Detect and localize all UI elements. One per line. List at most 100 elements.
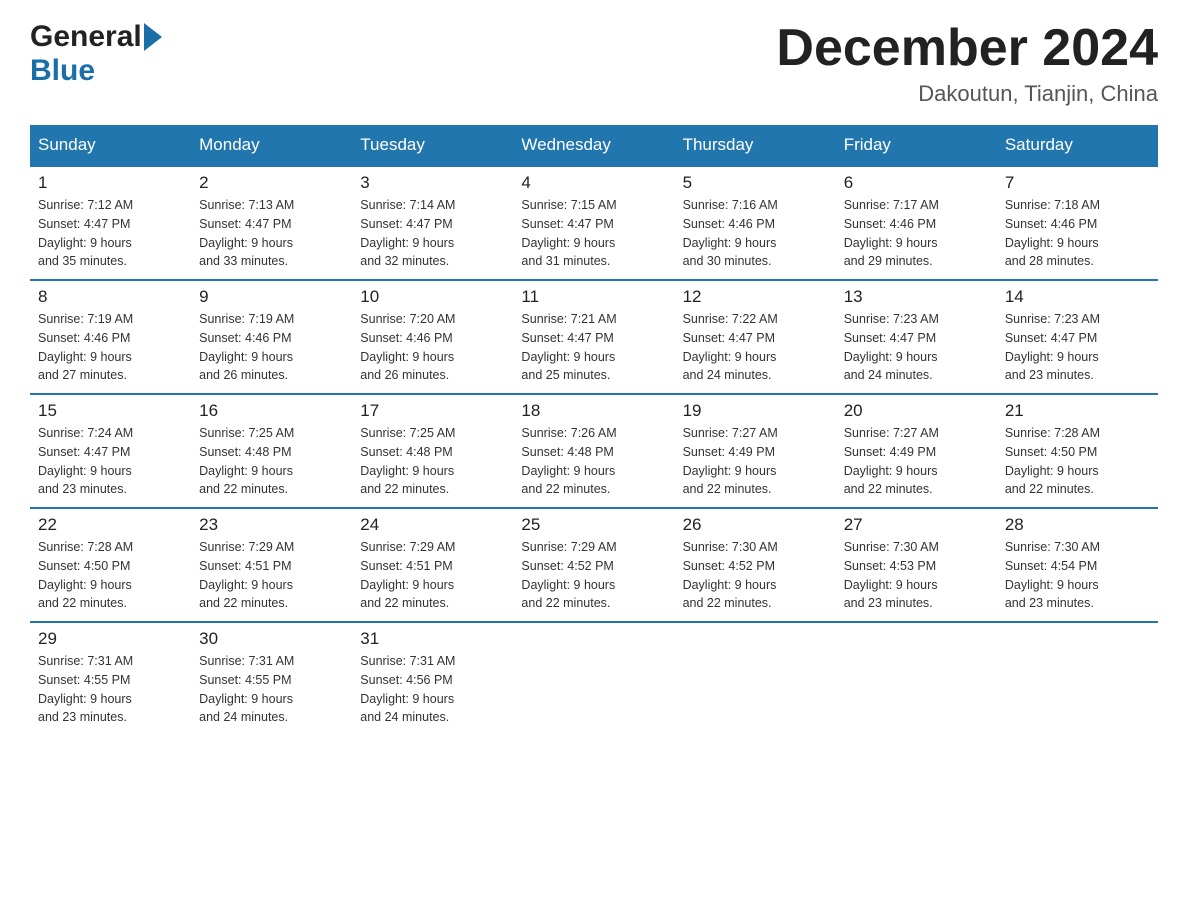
day-number: 14 — [1005, 287, 1150, 307]
day-number: 20 — [844, 401, 989, 421]
logo: General Blue — [30, 20, 162, 88]
calendar-week-row: 22 Sunrise: 7:28 AM Sunset: 4:50 PM Dayl… — [30, 508, 1158, 622]
day-info: Sunrise: 7:26 AM Sunset: 4:48 PM Dayligh… — [521, 424, 666, 499]
day-number: 22 — [38, 515, 183, 535]
day-info: Sunrise: 7:14 AM Sunset: 4:47 PM Dayligh… — [360, 196, 505, 271]
day-info: Sunrise: 7:15 AM Sunset: 4:47 PM Dayligh… — [521, 196, 666, 271]
day-number: 2 — [199, 173, 344, 193]
calendar-day-cell: 23 Sunrise: 7:29 AM Sunset: 4:51 PM Dayl… — [191, 508, 352, 622]
day-number: 10 — [360, 287, 505, 307]
logo-arrow-icon — [144, 23, 162, 51]
calendar-day-cell: 1 Sunrise: 7:12 AM Sunset: 4:47 PM Dayli… — [30, 166, 191, 280]
calendar-day-cell: 24 Sunrise: 7:29 AM Sunset: 4:51 PM Dayl… — [352, 508, 513, 622]
day-info: Sunrise: 7:29 AM Sunset: 4:51 PM Dayligh… — [199, 538, 344, 613]
day-info: Sunrise: 7:13 AM Sunset: 4:47 PM Dayligh… — [199, 196, 344, 271]
day-of-week-header: Saturday — [997, 125, 1158, 166]
calendar-day-cell: 11 Sunrise: 7:21 AM Sunset: 4:47 PM Dayl… — [513, 280, 674, 394]
day-number: 26 — [683, 515, 828, 535]
day-number: 25 — [521, 515, 666, 535]
day-number: 16 — [199, 401, 344, 421]
calendar-day-cell: 14 Sunrise: 7:23 AM Sunset: 4:47 PM Dayl… — [997, 280, 1158, 394]
day-number: 31 — [360, 629, 505, 649]
day-of-week-header: Wednesday — [513, 125, 674, 166]
day-info: Sunrise: 7:18 AM Sunset: 4:46 PM Dayligh… — [1005, 196, 1150, 271]
calendar-week-row: 15 Sunrise: 7:24 AM Sunset: 4:47 PM Dayl… — [30, 394, 1158, 508]
calendar-day-cell: 19 Sunrise: 7:27 AM Sunset: 4:49 PM Dayl… — [675, 394, 836, 508]
calendar-day-cell: 20 Sunrise: 7:27 AM Sunset: 4:49 PM Dayl… — [836, 394, 997, 508]
calendar-day-cell: 28 Sunrise: 7:30 AM Sunset: 4:54 PM Dayl… — [997, 508, 1158, 622]
calendar-day-cell — [997, 622, 1158, 735]
day-info: Sunrise: 7:29 AM Sunset: 4:51 PM Dayligh… — [360, 538, 505, 613]
calendar-day-cell: 18 Sunrise: 7:26 AM Sunset: 4:48 PM Dayl… — [513, 394, 674, 508]
day-number: 5 — [683, 173, 828, 193]
calendar-day-cell: 2 Sunrise: 7:13 AM Sunset: 4:47 PM Dayli… — [191, 166, 352, 280]
calendar-day-cell: 3 Sunrise: 7:14 AM Sunset: 4:47 PM Dayli… — [352, 166, 513, 280]
calendar-day-cell: 25 Sunrise: 7:29 AM Sunset: 4:52 PM Dayl… — [513, 508, 674, 622]
day-number: 29 — [38, 629, 183, 649]
calendar-day-cell: 9 Sunrise: 7:19 AM Sunset: 4:46 PM Dayli… — [191, 280, 352, 394]
day-number: 18 — [521, 401, 666, 421]
calendar-day-cell: 31 Sunrise: 7:31 AM Sunset: 4:56 PM Dayl… — [352, 622, 513, 735]
day-info: Sunrise: 7:17 AM Sunset: 4:46 PM Dayligh… — [844, 196, 989, 271]
day-info: Sunrise: 7:22 AM Sunset: 4:47 PM Dayligh… — [683, 310, 828, 385]
calendar-day-cell: 30 Sunrise: 7:31 AM Sunset: 4:55 PM Dayl… — [191, 622, 352, 735]
day-number: 15 — [38, 401, 183, 421]
day-info: Sunrise: 7:30 AM Sunset: 4:54 PM Dayligh… — [1005, 538, 1150, 613]
day-info: Sunrise: 7:19 AM Sunset: 4:46 PM Dayligh… — [38, 310, 183, 385]
location-title: Dakoutun, Tianjin, China — [776, 81, 1158, 107]
calendar-day-cell: 7 Sunrise: 7:18 AM Sunset: 4:46 PM Dayli… — [997, 166, 1158, 280]
calendar-day-cell: 26 Sunrise: 7:30 AM Sunset: 4:52 PM Dayl… — [675, 508, 836, 622]
day-number: 19 — [683, 401, 828, 421]
calendar-day-cell: 22 Sunrise: 7:28 AM Sunset: 4:50 PM Dayl… — [30, 508, 191, 622]
day-info: Sunrise: 7:25 AM Sunset: 4:48 PM Dayligh… — [360, 424, 505, 499]
month-title: December 2024 — [776, 20, 1158, 77]
day-number: 8 — [38, 287, 183, 307]
day-info: Sunrise: 7:31 AM Sunset: 4:55 PM Dayligh… — [199, 652, 344, 727]
day-info: Sunrise: 7:31 AM Sunset: 4:55 PM Dayligh… — [38, 652, 183, 727]
day-info: Sunrise: 7:23 AM Sunset: 4:47 PM Dayligh… — [844, 310, 989, 385]
day-number: 9 — [199, 287, 344, 307]
day-number: 24 — [360, 515, 505, 535]
day-number: 12 — [683, 287, 828, 307]
calendar-week-row: 1 Sunrise: 7:12 AM Sunset: 4:47 PM Dayli… — [30, 166, 1158, 280]
day-info: Sunrise: 7:20 AM Sunset: 4:46 PM Dayligh… — [360, 310, 505, 385]
calendar-day-cell: 17 Sunrise: 7:25 AM Sunset: 4:48 PM Dayl… — [352, 394, 513, 508]
logo-general-text: General — [30, 20, 142, 54]
day-info: Sunrise: 7:28 AM Sunset: 4:50 PM Dayligh… — [38, 538, 183, 613]
calendar-day-cell: 4 Sunrise: 7:15 AM Sunset: 4:47 PM Dayli… — [513, 166, 674, 280]
calendar-day-cell — [836, 622, 997, 735]
calendar-week-row: 29 Sunrise: 7:31 AM Sunset: 4:55 PM Dayl… — [30, 622, 1158, 735]
calendar-table: SundayMondayTuesdayWednesdayThursdayFrid… — [30, 125, 1158, 735]
day-number: 23 — [199, 515, 344, 535]
calendar-day-cell: 27 Sunrise: 7:30 AM Sunset: 4:53 PM Dayl… — [836, 508, 997, 622]
calendar-day-cell: 21 Sunrise: 7:28 AM Sunset: 4:50 PM Dayl… — [997, 394, 1158, 508]
day-of-week-header: Thursday — [675, 125, 836, 166]
day-number: 4 — [521, 173, 666, 193]
day-info: Sunrise: 7:19 AM Sunset: 4:46 PM Dayligh… — [199, 310, 344, 385]
day-info: Sunrise: 7:30 AM Sunset: 4:53 PM Dayligh… — [844, 538, 989, 613]
day-number: 21 — [1005, 401, 1150, 421]
day-info: Sunrise: 7:12 AM Sunset: 4:47 PM Dayligh… — [38, 196, 183, 271]
calendar-week-row: 8 Sunrise: 7:19 AM Sunset: 4:46 PM Dayli… — [30, 280, 1158, 394]
day-number: 28 — [1005, 515, 1150, 535]
day-info: Sunrise: 7:31 AM Sunset: 4:56 PM Dayligh… — [360, 652, 505, 727]
day-info: Sunrise: 7:27 AM Sunset: 4:49 PM Dayligh… — [844, 424, 989, 499]
day-number: 30 — [199, 629, 344, 649]
calendar-day-cell: 12 Sunrise: 7:22 AM Sunset: 4:47 PM Dayl… — [675, 280, 836, 394]
calendar-header-row: SundayMondayTuesdayWednesdayThursdayFrid… — [30, 125, 1158, 166]
day-number: 17 — [360, 401, 505, 421]
calendar-day-cell: 29 Sunrise: 7:31 AM Sunset: 4:55 PM Dayl… — [30, 622, 191, 735]
calendar-day-cell: 5 Sunrise: 7:16 AM Sunset: 4:46 PM Dayli… — [675, 166, 836, 280]
calendar-day-cell — [675, 622, 836, 735]
title-block: December 2024 Dakoutun, Tianjin, China — [776, 20, 1158, 107]
day-number: 1 — [38, 173, 183, 193]
day-info: Sunrise: 7:16 AM Sunset: 4:46 PM Dayligh… — [683, 196, 828, 271]
calendar-day-cell: 16 Sunrise: 7:25 AM Sunset: 4:48 PM Dayl… — [191, 394, 352, 508]
day-of-week-header: Monday — [191, 125, 352, 166]
day-info: Sunrise: 7:21 AM Sunset: 4:47 PM Dayligh… — [521, 310, 666, 385]
day-of-week-header: Tuesday — [352, 125, 513, 166]
day-number: 3 — [360, 173, 505, 193]
page-header: General Blue December 2024 Dakoutun, Tia… — [30, 20, 1158, 107]
day-info: Sunrise: 7:29 AM Sunset: 4:52 PM Dayligh… — [521, 538, 666, 613]
day-of-week-header: Friday — [836, 125, 997, 166]
